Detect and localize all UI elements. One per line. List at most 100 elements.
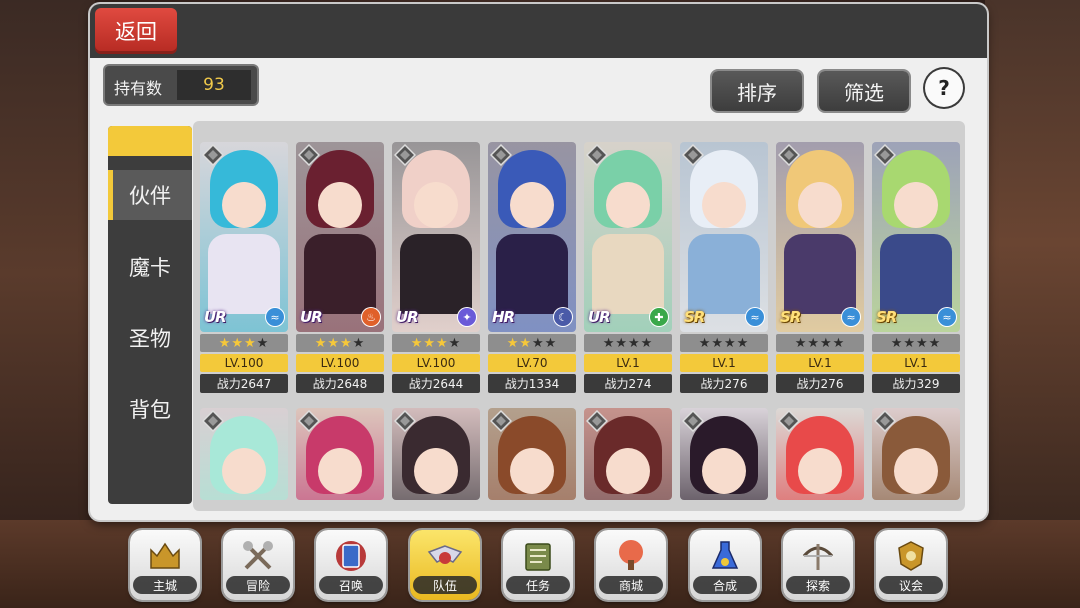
portrait-face	[606, 448, 650, 494]
partner-card[interactable]	[200, 408, 288, 500]
partner-card[interactable]	[584, 408, 672, 500]
character-portrait	[584, 408, 672, 500]
nav-button-9[interactable]: 议会	[876, 530, 946, 600]
partner-card[interactable]: SR ≈ ★ ★ ★ ★ LV.1 战力329	[872, 142, 960, 396]
partner-card[interactable]	[392, 408, 480, 500]
portrait-outfit	[400, 234, 472, 314]
level-label: LV.70	[488, 354, 576, 372]
nav-button-5[interactable]: 任务	[503, 530, 573, 600]
partner-card[interactable]: UR ✦ ★ ★ ★ ★ LV.100 战力2644	[392, 142, 480, 396]
nav-button-8[interactable]: 探索	[783, 530, 853, 600]
portrait-outfit	[592, 234, 664, 314]
diamond-badge-icon	[201, 143, 225, 167]
tab-backpack[interactable]: 背包	[108, 384, 192, 434]
level-label: LV.100	[296, 354, 384, 372]
help-button[interactable]: ?	[925, 69, 963, 107]
character-portrait	[392, 408, 480, 500]
nav-label: 召唤	[319, 576, 383, 594]
earth-icon: ✚	[650, 308, 668, 326]
crossed-axes-icon	[240, 538, 276, 574]
nav-button-6[interactable]: 商城	[596, 530, 666, 600]
partner-card[interactable]: SR ≈ ★ ★ ★ ★ LV.1 战力276	[776, 142, 864, 396]
power-label: 战力329	[872, 374, 960, 393]
tab-partners[interactable]: 伙伴	[108, 170, 192, 220]
partner-card[interactable]	[872, 408, 960, 500]
owned-count: 持有数 93	[105, 66, 257, 104]
level-label: LV.1	[680, 354, 768, 372]
partner-card[interactable]: UR ✚ ★ ★ ★ ★ LV.1 战力274	[584, 142, 672, 396]
nav-button-3[interactable]: 召唤	[316, 530, 386, 600]
portrait-face	[702, 448, 746, 494]
diamond-badge-icon	[297, 143, 321, 167]
winged-emblem-icon	[427, 538, 463, 574]
sort-button[interactable]: 排序	[712, 71, 802, 111]
partner-card[interactable]: SR ≈ ★ ★ ★ ★ LV.1 战力276	[680, 142, 768, 396]
star-icon: ★	[231, 335, 244, 351]
character-portrait: UR ♨	[296, 142, 384, 332]
owned-count-label: 持有数	[114, 79, 163, 98]
star-icon: ★	[832, 335, 846, 351]
partner-card[interactable]: UR ♨ ★ ★ ★ ★ LV.100 战力2648	[296, 142, 384, 396]
tab-magic-cards[interactable]: 魔卡	[108, 242, 192, 292]
power-label: 战力2647	[200, 374, 288, 393]
nav-button-2[interactable]: 冒险	[223, 530, 293, 600]
nav-label: 议会	[879, 576, 943, 594]
character-portrait	[296, 408, 384, 500]
nav-label: 队伍	[413, 576, 477, 594]
fire-icon: ♨	[362, 308, 380, 326]
star-icon: ★	[506, 335, 520, 351]
character-portrait	[872, 408, 960, 500]
diamond-badge-icon	[777, 409, 801, 433]
water-icon: ≈	[842, 308, 860, 326]
nav-button-4[interactable]: 队伍	[410, 530, 480, 600]
partner-card[interactable]	[296, 408, 384, 500]
star-icon: ★	[327, 335, 340, 351]
star-icon: ★	[256, 335, 270, 351]
star-icon: ★	[736, 335, 750, 351]
nav-button-7[interactable]: 合成	[690, 530, 760, 600]
rarity-label: UR	[204, 308, 227, 326]
owned-count-value: 93	[177, 70, 251, 100]
diamond-badge-icon	[585, 143, 609, 167]
power-label: 战力276	[680, 374, 768, 393]
character-portrait: UR ✚	[584, 142, 672, 332]
rarity-label: UR	[396, 308, 419, 326]
partner-card[interactable]: HR ☾ ★ ★ ★ ★ LV.70 战力1334	[488, 142, 576, 396]
power-label: 战力274	[584, 374, 672, 393]
character-portrait: HR ☾	[488, 142, 576, 332]
star-icon: ★	[314, 335, 328, 351]
diamond-badge-icon	[873, 409, 897, 433]
power-label: 战力1334	[488, 374, 576, 393]
character-portrait: UR ✦	[392, 142, 480, 332]
diamond-badge-icon	[489, 409, 513, 433]
portrait-outfit	[304, 234, 376, 314]
partner-card[interactable]	[680, 408, 768, 500]
star-icon: ★	[602, 335, 616, 351]
background-left	[0, 0, 95, 608]
partner-card[interactable]: UR ≈ ★ ★ ★ ★ LV.100 战力2647	[200, 142, 288, 396]
star-icon: ★	[903, 335, 916, 351]
star-icon: ★	[244, 335, 257, 351]
portrait-face	[318, 182, 362, 228]
star-icon: ★	[711, 335, 724, 351]
portrait-face	[894, 182, 938, 228]
partner-card[interactable]	[488, 408, 576, 500]
character-portrait: UR ≈	[200, 142, 288, 332]
nav-label: 任务	[506, 576, 570, 594]
level-label: LV.1	[776, 354, 864, 372]
diamond-badge-icon	[873, 143, 897, 167]
character-portrait	[488, 408, 576, 500]
portrait-face	[702, 182, 746, 228]
diamond-badge-icon	[681, 143, 705, 167]
diamond-badge-icon	[201, 409, 225, 433]
star-rating: ★ ★ ★ ★	[488, 334, 576, 352]
nav-button-1[interactable]: 主城	[130, 530, 200, 600]
rarity-label: SR	[780, 308, 801, 326]
portrait-face	[798, 448, 842, 494]
star-icon: ★	[628, 335, 641, 351]
partner-card[interactable]	[776, 408, 864, 500]
filter-button[interactable]: 筛选	[819, 71, 909, 111]
star-icon: ★	[352, 335, 366, 351]
back-button[interactable]: 返回	[95, 8, 177, 54]
tab-relics[interactable]: 圣物	[108, 313, 192, 363]
